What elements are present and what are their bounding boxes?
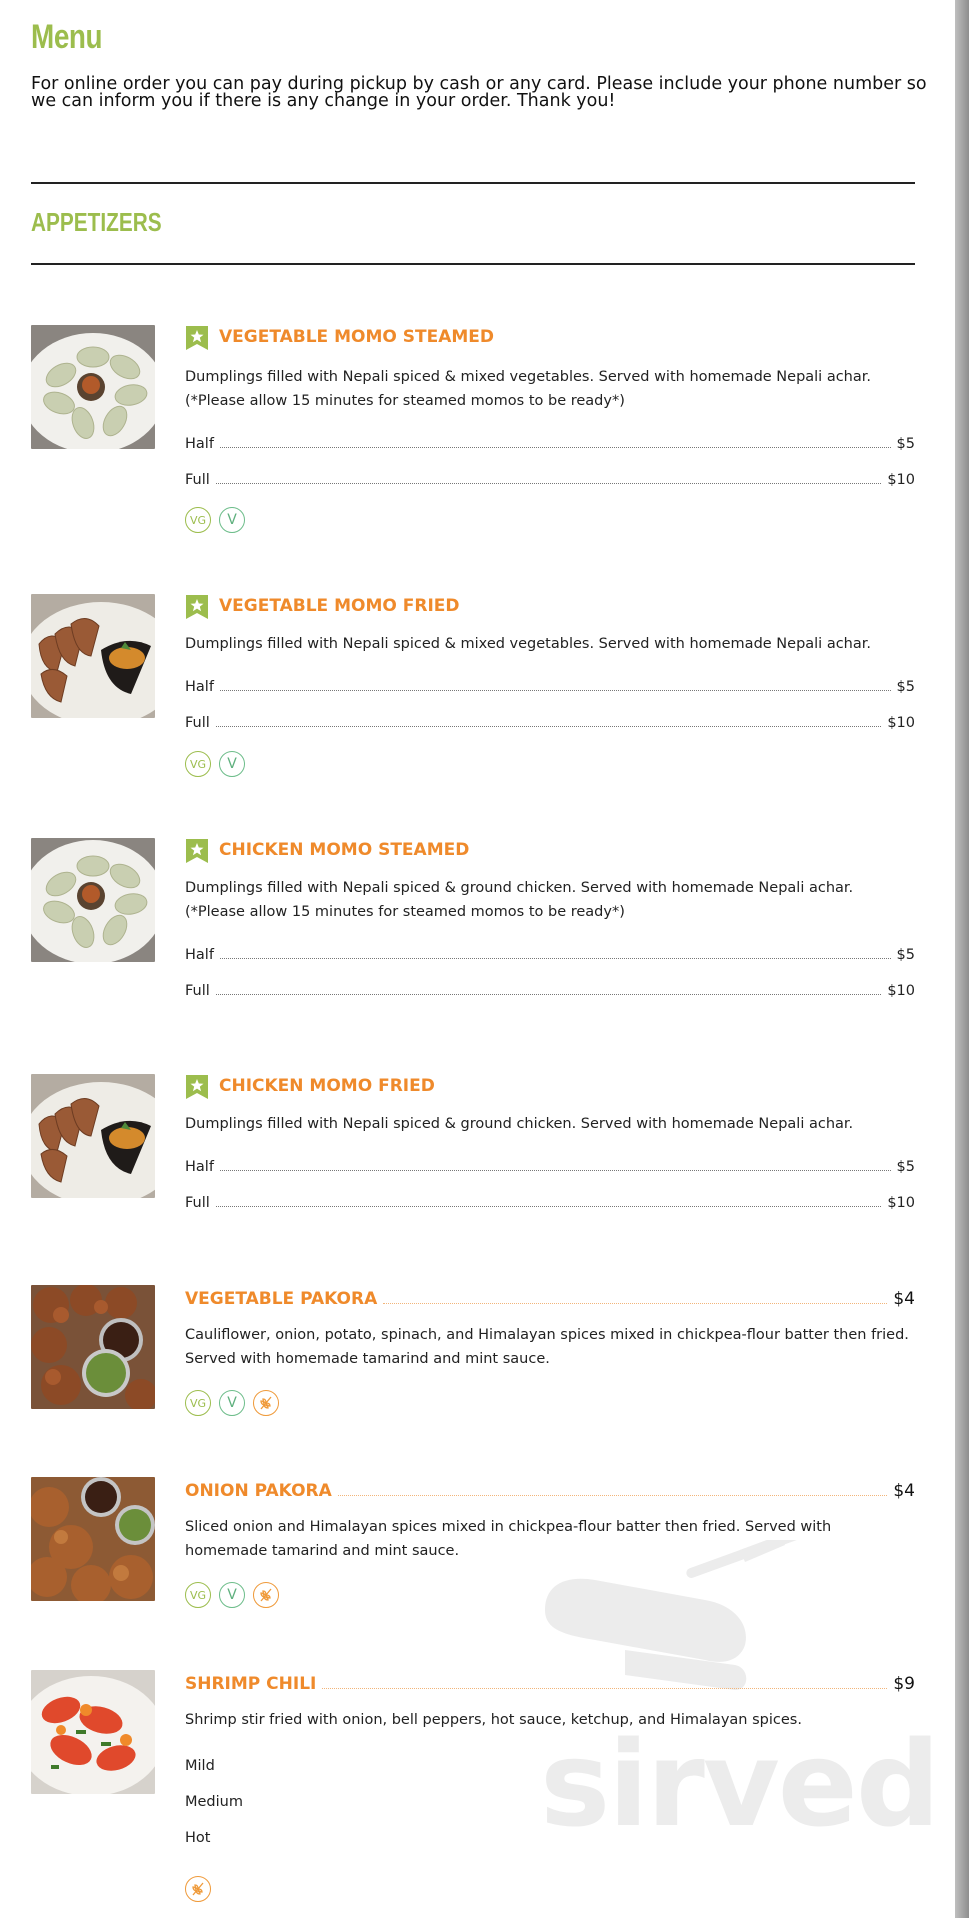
diet-badges: VG V	[185, 1390, 279, 1416]
item-photo	[31, 1670, 155, 1794]
wheat-icon	[185, 1876, 211, 1902]
price-amount: $5	[896, 679, 915, 695]
item-description: Dumplings filled with Nepali spiced & gr…	[185, 1116, 854, 1132]
item-description: Cauliflower, onion, potato, spinach, and…	[185, 1327, 909, 1367]
price-label: Full	[185, 983, 210, 999]
diet-badges: VG V	[185, 1582, 279, 1608]
vegan-icon: VG	[185, 1582, 211, 1608]
vegetarian-icon: V	[219, 1390, 245, 1416]
item-name: VEGETABLE MOMO FRIED	[219, 596, 460, 616]
vegan-icon: VG	[185, 1390, 211, 1416]
dot-leader	[219, 447, 891, 448]
price-row[interactable]: Half $5	[185, 943, 915, 963]
spice-option[interactable]: Hot	[185, 1830, 210, 1846]
star-bookmark-icon	[186, 1075, 208, 1099]
star-bookmark-icon	[186, 326, 208, 350]
price-row[interactable]: Half $5	[185, 1155, 915, 1175]
price-amount: $5	[896, 947, 915, 963]
item-name: ONION PAKORA	[185, 1481, 332, 1501]
item-header: ONION PAKORA $4	[185, 1477, 915, 1501]
item-description: Dumplings filled with Nepali spiced & mi…	[185, 369, 871, 409]
item-photo	[31, 594, 155, 718]
item-price: $9	[893, 1674, 915, 1694]
item-header: SHRIMP CHILI $9	[185, 1670, 915, 1694]
item-description: Sliced onion and Himalayan spices mixed …	[185, 1519, 832, 1559]
vegan-icon: VG	[185, 751, 211, 777]
dot-leader	[215, 483, 882, 484]
price-label: Full	[185, 715, 210, 731]
spice-option[interactable]: Mild	[185, 1758, 215, 1774]
item-price: $4	[893, 1289, 915, 1309]
item-photo	[31, 325, 155, 449]
divider	[31, 182, 915, 184]
dot-leader	[215, 1206, 882, 1207]
price-amount: $10	[887, 983, 915, 999]
price-amount: $10	[887, 472, 915, 488]
star-bookmark-icon	[186, 595, 208, 619]
dot-leader	[219, 690, 891, 691]
item-name: SHRIMP CHILI	[185, 1674, 317, 1694]
price-row[interactable]: Full $10	[185, 468, 915, 488]
price-amount: $10	[887, 715, 915, 731]
diet-badges: VG V	[185, 751, 245, 777]
price-label: Full	[185, 472, 210, 488]
dot-leader	[383, 1303, 888, 1304]
price-amount: $5	[896, 436, 915, 452]
price-label: Half	[185, 679, 214, 695]
price-label: Half	[185, 947, 214, 963]
intro-text: For online order you can pay during pick…	[31, 74, 927, 111]
item-photo	[31, 1477, 155, 1601]
item-name: CHICKEN MOMO STEAMED	[219, 840, 470, 860]
item-photo	[31, 1074, 155, 1198]
price-row[interactable]: Full $10	[185, 711, 915, 731]
price-row[interactable]: Full $10	[185, 979, 915, 999]
item-name: CHICKEN MOMO FRIED	[219, 1076, 435, 1096]
price-label: Half	[185, 1159, 214, 1175]
dot-leader	[215, 994, 882, 995]
item-header: VEGETABLE PAKORA $4	[185, 1285, 915, 1309]
watermark-text: sirved	[540, 1715, 940, 1853]
vegetarian-icon: V	[219, 507, 245, 533]
section-title: APPETIZERS	[31, 207, 162, 237]
dot-leader	[219, 1170, 891, 1171]
price-label: Half	[185, 436, 214, 452]
vegan-icon: VG	[185, 507, 211, 533]
diet-badges: VG V	[185, 507, 245, 533]
price-row[interactable]: Half $5	[185, 432, 915, 452]
item-photo	[31, 1285, 155, 1409]
wheat-icon	[253, 1582, 279, 1608]
dot-leader	[215, 726, 882, 727]
scrollbar[interactable]	[955, 0, 969, 1918]
price-row[interactable]: Half $5	[185, 675, 915, 695]
wheat-icon	[253, 1390, 279, 1416]
item-price: $4	[893, 1481, 915, 1501]
item-name: VEGETABLE MOMO STEAMED	[219, 327, 494, 347]
item-photo	[31, 838, 155, 962]
dot-leader	[219, 958, 891, 959]
price-label: Full	[185, 1195, 210, 1211]
page-title: Menu	[31, 18, 103, 56]
spice-option[interactable]: Medium	[185, 1794, 243, 1810]
price-row[interactable]: Full $10	[185, 1191, 915, 1211]
price-amount: $5	[896, 1159, 915, 1175]
item-description: Dumplings filled with Nepali spiced & gr…	[185, 880, 854, 920]
vegetarian-icon: V	[219, 751, 245, 777]
divider	[31, 263, 915, 265]
price-amount: $10	[887, 1195, 915, 1211]
star-bookmark-icon	[186, 839, 208, 863]
dot-leader	[322, 1688, 888, 1689]
dot-leader	[337, 1495, 888, 1496]
item-description: Shrimp stir fried with onion, bell peppe…	[185, 1712, 802, 1728]
item-name: VEGETABLE PAKORA	[185, 1289, 378, 1309]
diet-badges	[185, 1876, 211, 1902]
vegetarian-icon: V	[219, 1582, 245, 1608]
item-description: Dumplings filled with Nepali spiced & mi…	[185, 636, 871, 652]
